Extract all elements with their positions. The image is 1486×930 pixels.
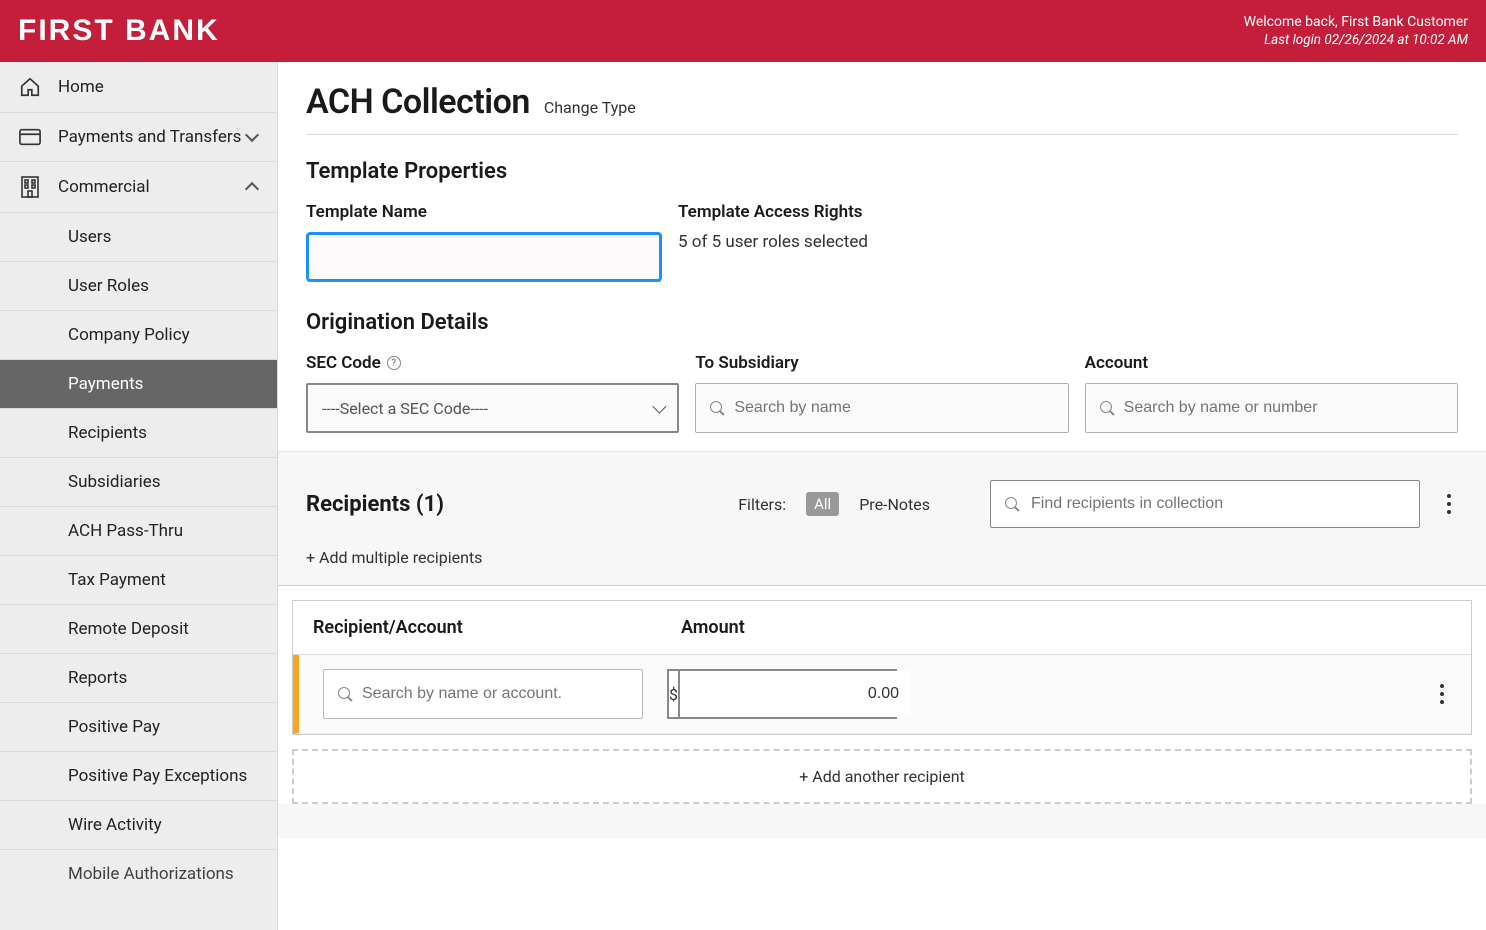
search-icon <box>1100 401 1114 415</box>
welcome-text: Welcome back, First Bank Customer <box>1244 14 1468 30</box>
page-title: ACH Collection <box>306 82 530 122</box>
filter-prenotes[interactable]: Pre-Notes <box>859 495 930 514</box>
sidebar-item-home[interactable]: Home <box>0 62 277 113</box>
filters-label: Filters: <box>738 495 786 514</box>
col-amount-header: Amount <box>681 617 1451 638</box>
search-icon <box>1005 497 1019 511</box>
sidebar-label: Payments and Transfers <box>58 127 241 147</box>
main-content: ACH Collection Change Type Template Prop… <box>278 62 1486 930</box>
sidebar-item-positive-pay[interactable]: Positive Pay <box>0 703 277 752</box>
sec-code-label-text: SEC Code <box>306 353 381 373</box>
change-type-link[interactable]: Change Type <box>544 98 636 117</box>
sidebar-item-users[interactable]: Users <box>0 213 277 262</box>
header-user-info: Welcome back, First Bank Customer Last l… <box>1244 14 1468 48</box>
sidebar-item-wire-activity[interactable]: Wire Activity <box>0 801 277 850</box>
chevron-down-icon <box>653 400 667 414</box>
amount-field[interactable]: $ <box>667 669 897 719</box>
recipient-search-input[interactable] <box>362 685 628 703</box>
access-rights-label: Template Access Rights <box>678 202 1458 222</box>
sec-code-select[interactable]: ----Select a SEC Code---- <box>306 383 679 433</box>
recipients-search-input[interactable] <box>1031 495 1405 513</box>
account-search[interactable] <box>1085 383 1458 433</box>
sidebar: Home Payments and Transfers Commercial U… <box>0 62 278 930</box>
building-icon <box>18 176 42 198</box>
amount-input[interactable] <box>680 671 911 717</box>
sidebar-item-company-policy[interactable]: Company Policy <box>0 311 277 360</box>
recipient-search[interactable] <box>323 669 643 719</box>
template-properties-heading: Template Properties <box>306 159 1458 184</box>
sidebar-item-subsidiaries[interactable]: Subsidiaries <box>0 458 277 507</box>
access-rights-value[interactable]: 5 of 5 user roles selected <box>678 232 1458 252</box>
last-login-text: Last login 02/26/2024 at 10:02 AM <box>1244 32 1468 48</box>
currency-prefix: $ <box>669 671 680 717</box>
template-name-label: Template Name <box>306 202 662 222</box>
row-menu-button[interactable] <box>1433 678 1451 710</box>
sidebar-item-recipients[interactable]: Recipients <box>0 409 277 458</box>
to-subsidiary-input[interactable] <box>734 399 1053 417</box>
sidebar-item-ach-pass-thru[interactable]: ACH Pass-Thru <box>0 507 277 556</box>
filter-all[interactable]: All <box>806 492 839 516</box>
sidebar-item-commercial[interactable]: Commercial <box>0 162 277 213</box>
add-another-recipient-button[interactable]: + Add another recipient <box>292 749 1472 804</box>
sidebar-label: Commercial <box>58 177 150 197</box>
divider <box>306 134 1458 135</box>
logo: FIRST BANK <box>18 14 220 48</box>
account-input[interactable] <box>1124 399 1443 417</box>
sidebar-item-mobile-authorizations[interactable]: Mobile Authorizations <box>0 850 277 890</box>
col-recipient-header: Recipient/Account <box>313 617 681 638</box>
recipients-search[interactable] <box>990 480 1420 528</box>
sidebar-item-tax-payment[interactable]: Tax Payment <box>0 556 277 605</box>
add-multiple-recipients-link[interactable]: + Add multiple recipients <box>306 548 482 567</box>
sec-code-label: SEC Code ? <box>306 353 679 373</box>
card-icon <box>18 128 42 146</box>
to-subsidiary-label: To Subsidiary <box>695 353 1068 373</box>
sec-code-placeholder: ----Select a SEC Code---- <box>322 399 488 418</box>
sidebar-item-user-roles[interactable]: User Roles <box>0 262 277 311</box>
origination-details-heading: Origination Details <box>306 310 1458 335</box>
to-subsidiary-search[interactable] <box>695 383 1068 433</box>
recipient-row: $ <box>293 655 1471 734</box>
recipients-menu-button[interactable] <box>1440 488 1458 520</box>
help-icon[interactable]: ? <box>387 356 401 370</box>
header-bar: FIRST BANK Welcome back, First Bank Cust… <box>0 0 1486 62</box>
search-icon <box>338 687 352 701</box>
search-icon <box>710 401 724 415</box>
sidebar-label: Home <box>58 77 104 97</box>
template-name-input[interactable] <box>306 232 662 282</box>
home-icon <box>18 76 42 98</box>
sidebar-item-payments[interactable]: Payments <box>0 360 277 409</box>
sidebar-item-reports[interactable]: Reports <box>0 654 277 703</box>
sidebar-item-remote-deposit[interactable]: Remote Deposit <box>0 605 277 654</box>
sidebar-item-payments-transfers[interactable]: Payments and Transfers <box>0 113 277 162</box>
account-label: Account <box>1085 353 1458 373</box>
recipients-heading: Recipients (1) <box>306 492 444 517</box>
sidebar-item-positive-pay-exceptions[interactable]: Positive Pay Exceptions <box>0 752 277 801</box>
